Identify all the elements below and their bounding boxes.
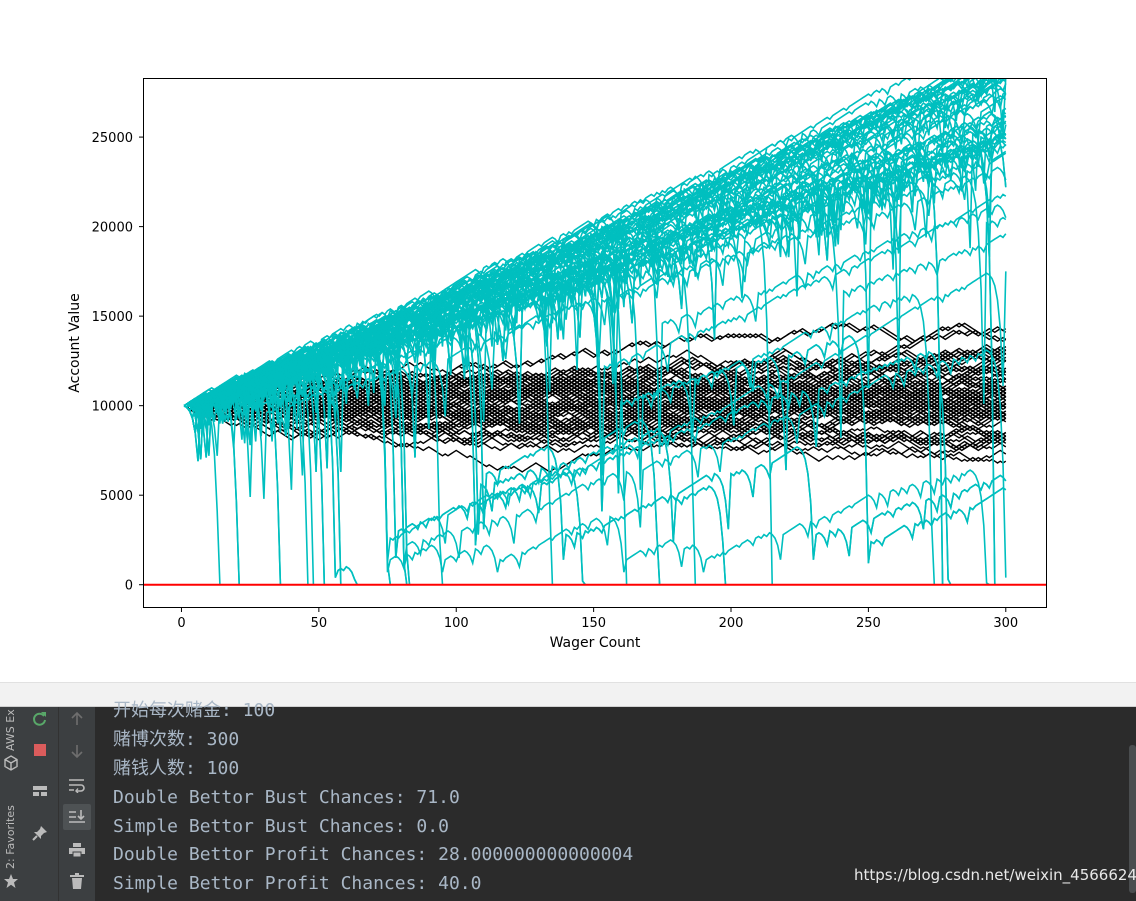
y-tick-label: 15000: [92, 310, 133, 325]
x-axis-label: Wager Count: [550, 635, 641, 651]
watermark: https://blog.csdn.net/weixin_45666249: [854, 866, 1136, 884]
y-tick-label: 5000: [100, 489, 133, 504]
aws-cube-icon[interactable]: [0, 751, 22, 775]
x-tick-label: 50: [311, 616, 328, 631]
x-tick-label: 250: [856, 616, 881, 631]
series-layer: [183, 78, 1007, 586]
layout-icon[interactable]: [28, 779, 52, 803]
x-tick-label: 100: [444, 616, 469, 631]
y-axis-ticks: 0 5000 10000 15000 20000 25000: [92, 131, 143, 594]
y-axis-label: Account Value: [67, 293, 83, 392]
pin-icon[interactable]: [28, 821, 52, 845]
print-icon[interactable]: [65, 838, 89, 862]
console-toolbar: [59, 707, 96, 901]
side-tool-strip: AWS Ex 2: Favorites: [0, 707, 24, 901]
x-tick-label: 200: [719, 616, 744, 631]
soft-wrap-icon[interactable]: [65, 773, 89, 797]
run-toolbar: [23, 707, 59, 901]
y-tick-label: 25000: [92, 131, 133, 146]
y-tick-label: 20000: [92, 221, 133, 236]
x-tick-label: 150: [581, 616, 606, 631]
x-tick-label: 300: [993, 616, 1018, 631]
down-arrow-icon[interactable]: [65, 739, 89, 763]
plot-window: 0 50 100 150 200 250 300 0 5000 10000 15000 20000 2…: [0, 0, 1136, 682]
console-line: 赌钱人数: 100: [113, 757, 240, 779]
x-axis-ticks: 0 50 100 150 200 250 300: [177, 608, 1018, 631]
console-line: Simple Bettor Bust Chances: 0.0: [113, 815, 449, 837]
favorites-tab[interactable]: 2: Favorites: [4, 805, 17, 869]
console-line: Double Bettor Bust Chances: 71.0: [113, 786, 460, 808]
double-bettor-line: [183, 273, 554, 585]
y-tick-label: 0: [125, 579, 133, 594]
x-tick-label: 0: [177, 616, 185, 631]
rerun-icon[interactable]: [28, 707, 52, 731]
account-value-chart: 0 50 100 150 200 250 300 0 5000 10000 15000 20000 2…: [67, 78, 1047, 651]
up-arrow-icon[interactable]: [65, 707, 89, 731]
scroll-to-end-icon[interactable]: [63, 804, 91, 830]
trash-icon[interactable]: [65, 869, 89, 893]
aws-explorer-tab[interactable]: AWS Ex: [4, 709, 17, 751]
console-line: 开始每次赌金: 100: [113, 700, 276, 721]
star-icon[interactable]: [0, 869, 22, 893]
y-tick-label: 10000: [92, 400, 133, 415]
console-line: 赌博次数: 300: [113, 728, 240, 750]
stop-icon[interactable]: [28, 738, 52, 762]
